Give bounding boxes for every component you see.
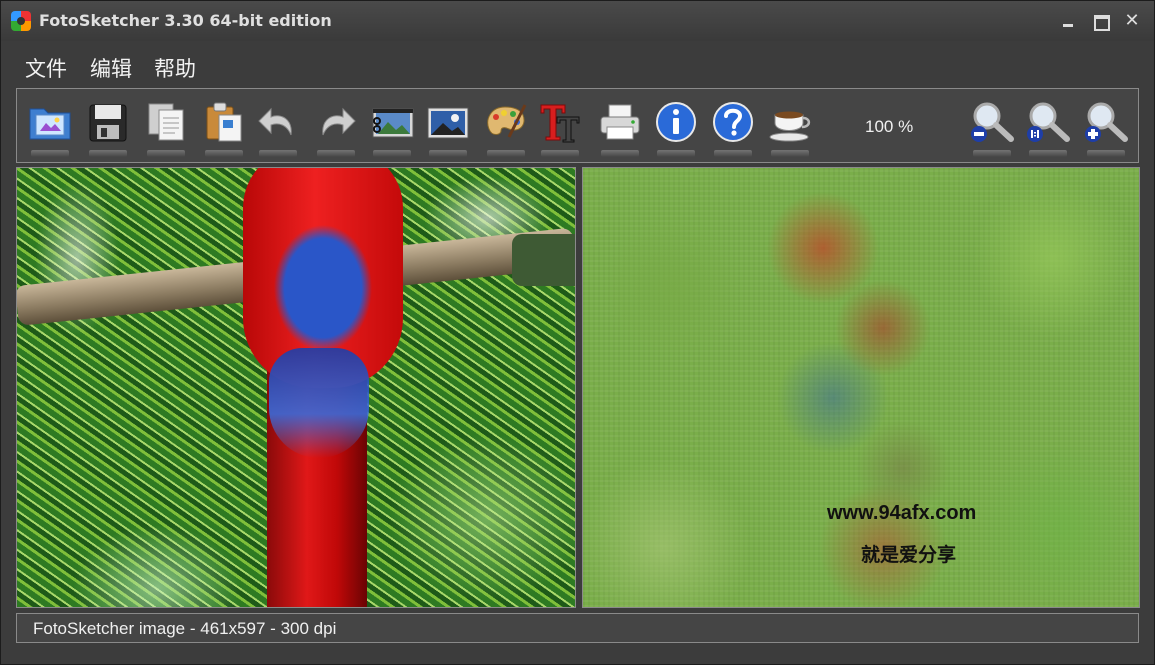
reflection: [31, 150, 69, 157]
app-logo-icon: [11, 11, 31, 31]
reflection: [657, 150, 695, 157]
undo-arrow-icon: [258, 107, 292, 136]
reflection: [714, 150, 752, 157]
window-title: FotoSketcher 3.30 64-bit edition: [39, 11, 332, 30]
zoom-in-button[interactable]: [1081, 97, 1131, 159]
copy-icon: [148, 103, 184, 141]
title-bar[interactable]: FotoSketcher 3.30 64-bit edition ✕: [1, 1, 1154, 41]
status-text: FotoSketcher image - 461x597 - 300 dpi: [33, 619, 337, 638]
redo-button[interactable]: [311, 97, 361, 159]
picture-button[interactable]: [423, 97, 473, 159]
reflection: [771, 150, 809, 157]
branch-end-shape: [512, 234, 575, 286]
reflection: [973, 150, 1011, 157]
reflection: [373, 150, 411, 157]
save-button[interactable]: [83, 97, 133, 159]
palette-brush-icon: [487, 104, 527, 138]
donate-button[interactable]: [765, 97, 815, 159]
zoom-actual-icon: [1027, 102, 1070, 142]
crop-button[interactable]: [367, 97, 417, 159]
reflection: [1029, 150, 1067, 157]
print-button[interactable]: [595, 97, 645, 159]
reflection: [147, 150, 185, 157]
copy-button[interactable]: [141, 97, 191, 159]
app-window: FotoSketcher 3.30 64-bit edition ✕ 文件 编辑…: [0, 0, 1155, 665]
text-button[interactable]: [535, 97, 585, 159]
reflection: [429, 150, 467, 157]
reflection: [541, 150, 579, 157]
info-button[interactable]: [651, 97, 701, 159]
menu-bar: 文件 编辑 帮助: [1, 45, 1154, 85]
reflection: [317, 150, 355, 157]
paste-clipboard-icon: [206, 102, 242, 142]
watermark-url: www.94afx.com: [827, 502, 977, 524]
watermark-slogan: 就是爱分享: [861, 544, 957, 566]
zoom-level: 100 %: [865, 117, 914, 136]
reflection: [259, 150, 297, 157]
parrot-wing-shape: [269, 348, 369, 458]
menu-edit[interactable]: 编辑: [90, 53, 132, 83]
redo-arrow-icon: [322, 107, 356, 136]
text-tool-icon: [540, 104, 580, 143]
reflection: [601, 150, 639, 157]
zoom-actual-button[interactable]: [1023, 97, 1073, 159]
coffee-cup-icon: [769, 111, 811, 142]
open-folder-icon: [29, 108, 71, 140]
reflection: [205, 150, 243, 157]
sketch-result-pane[interactable]: www.94afx.com 就是爱分享: [582, 167, 1140, 608]
undo-button[interactable]: [253, 97, 303, 159]
effects-button[interactable]: [481, 97, 531, 159]
original-photo-parrot: [17, 168, 575, 607]
help-button[interactable]: [708, 97, 758, 159]
zoom-out-icon: [971, 102, 1014, 142]
maximize-button[interactable]: [1089, 10, 1111, 32]
menu-file[interactable]: 文件: [25, 53, 67, 83]
toolbar: 100 %: [16, 88, 1139, 163]
open-button[interactable]: [25, 97, 75, 159]
status-bar: FotoSketcher image - 461x597 - 300 dpi: [16, 613, 1139, 643]
info-icon: [656, 102, 696, 142]
reflection: [1087, 150, 1125, 157]
original-image-pane[interactable]: [16, 167, 576, 608]
crop-scissors-icon: [372, 108, 414, 138]
minimize-button[interactable]: [1057, 10, 1079, 32]
reflection: [89, 150, 127, 157]
close-button[interactable]: ✕: [1121, 10, 1143, 32]
save-disk-icon: [89, 104, 127, 142]
menu-help[interactable]: 帮助: [154, 53, 196, 83]
image-landscape-icon: [427, 107, 469, 139]
zoom-in-icon: [1085, 102, 1128, 142]
paste-button[interactable]: [199, 97, 249, 159]
help-question-icon: [713, 102, 753, 142]
zoom-out-button[interactable]: [967, 97, 1017, 159]
reflection: [487, 150, 525, 157]
printer-icon: [600, 104, 640, 140]
